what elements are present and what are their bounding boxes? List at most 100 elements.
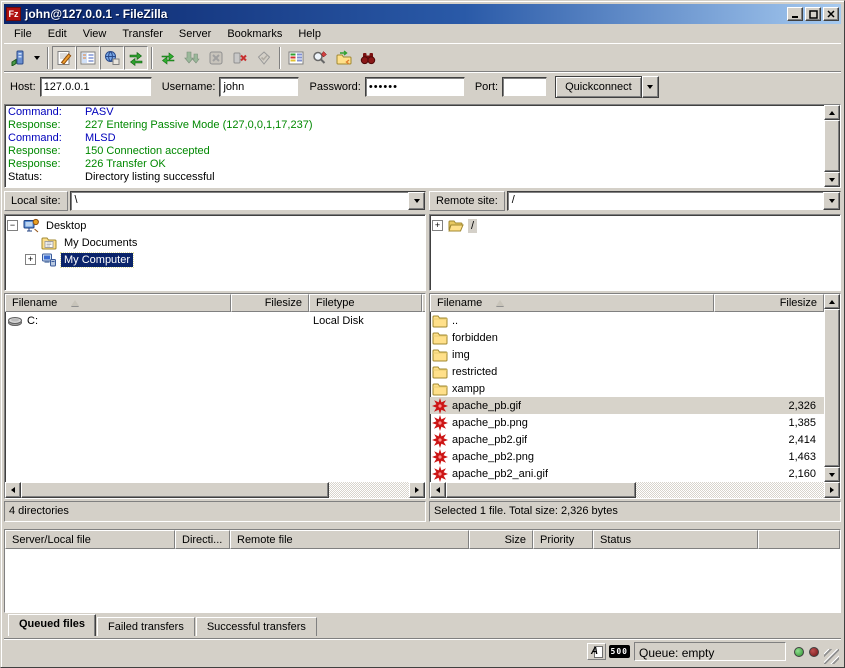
tab-successful-transfers[interactable]: Successful transfers: [196, 617, 317, 636]
site-manager-button[interactable]: [6, 46, 30, 70]
scroll-left-button[interactable]: [5, 482, 21, 498]
message-log[interactable]: Command: PASV Response: 227 Entering Pas…: [4, 104, 841, 188]
menu-view[interactable]: View: [75, 26, 115, 42]
local-site-combo[interactable]: \: [70, 191, 426, 211]
menu-edit[interactable]: Edit: [40, 26, 75, 42]
remote-file-row-selected[interactable]: apache_pb.gif 2,326: [430, 397, 824, 414]
column-header-filesize[interactable]: Filesize: [714, 294, 824, 312]
scroll-right-button[interactable]: [824, 482, 840, 498]
tree-item-label[interactable]: My Documents: [61, 236, 140, 250]
column-header-size[interactable]: Size: [469, 530, 533, 549]
filename-filters-button[interactable]: [308, 46, 332, 70]
title-bar[interactable]: john@127.0.0.1 - FileZilla: [4, 4, 841, 24]
remote-horizontal-scrollbar[interactable]: [430, 482, 840, 498]
synchronized-browsing-button[interactable]: [332, 46, 356, 70]
port-input[interactable]: [502, 77, 547, 97]
log-scrollbar[interactable]: [824, 105, 840, 187]
remote-file-row[interactable]: forbidden: [430, 329, 824, 346]
tab-queued-files[interactable]: Queued files: [8, 614, 96, 636]
quickconnect-dropdown-button[interactable]: [642, 76, 659, 98]
scroll-thumb[interactable]: [824, 120, 840, 172]
column-header-filename[interactable]: Filename: [5, 294, 231, 312]
cancel-operation-button[interactable]: [204, 46, 228, 70]
toggle-remote-tree-button[interactable]: [100, 46, 124, 70]
remote-file-row[interactable]: apache_pb2.png 1,463: [430, 448, 824, 465]
toggle-local-tree-button[interactable]: [76, 46, 100, 70]
local-list-rows[interactable]: C: Local Disk: [5, 312, 425, 482]
remote-site-dropdown-button[interactable]: [823, 192, 840, 210]
menu-transfer[interactable]: Transfer: [114, 26, 171, 42]
column-header-remote-file[interactable]: Remote file: [230, 530, 469, 549]
column-header-priority[interactable]: Priority: [533, 530, 593, 549]
speed-limit-indicator[interactable]: 500: [609, 645, 630, 658]
quickconnect-button[interactable]: Quickconnect: [555, 76, 642, 98]
minimize-button[interactable]: [787, 7, 803, 21]
tree-item-label-selected[interactable]: /: [468, 219, 477, 233]
remote-file-row[interactable]: apache_pb2.gif 2,414: [430, 431, 824, 448]
scroll-track[interactable]: [824, 120, 840, 172]
column-header-lastmodified[interactable]: L: [422, 294, 425, 312]
scroll-thumb[interactable]: [21, 482, 329, 498]
maximize-button[interactable]: [805, 7, 821, 21]
tree-item-label[interactable]: Desktop: [43, 219, 89, 233]
local-directory-tree[interactable]: Desktop My Documents My Comput: [4, 214, 426, 291]
tree-item-my-computer[interactable]: My Computer: [7, 251, 425, 268]
password-input[interactable]: [365, 77, 465, 97]
remote-site-combo[interactable]: /: [507, 191, 841, 211]
local-horizontal-scrollbar[interactable]: [5, 482, 425, 498]
expand-icon[interactable]: [432, 220, 443, 231]
resize-grip[interactable]: [824, 649, 839, 664]
directory-comparison-button[interactable]: [284, 46, 308, 70]
remote-list-rows[interactable]: .. forbidden img: [430, 312, 824, 482]
tree-item-root[interactable]: /: [432, 217, 840, 234]
find-files-button[interactable]: [356, 46, 380, 70]
scroll-down-button[interactable]: [824, 467, 840, 482]
disconnect-button[interactable]: [228, 46, 252, 70]
column-header-filetype[interactable]: Filetype: [309, 294, 422, 312]
remote-site-value[interactable]: /: [508, 192, 823, 210]
remote-file-row[interactable]: img: [430, 346, 824, 363]
expand-icon[interactable]: [25, 254, 36, 265]
tree-item-desktop[interactable]: Desktop: [7, 217, 425, 234]
refresh-button[interactable]: [156, 46, 180, 70]
menu-help[interactable]: Help: [290, 26, 329, 42]
tree-item-label-selected[interactable]: My Computer: [61, 253, 133, 267]
data-type-indicator[interactable]: A: [587, 643, 606, 660]
local-file-row[interactable]: C: Local Disk: [5, 312, 425, 329]
menu-server[interactable]: Server: [171, 26, 219, 42]
column-header-direction[interactable]: Directi...: [175, 530, 230, 549]
column-header-status[interactable]: Status: [593, 530, 758, 549]
scroll-up-button[interactable]: [824, 294, 840, 309]
remote-file-row[interactable]: restricted: [430, 363, 824, 380]
username-input[interactable]: [219, 77, 299, 97]
reconnect-button[interactable]: [252, 46, 276, 70]
remote-file-row[interactable]: ..: [430, 312, 824, 329]
remote-file-row[interactable]: apache_pb2_ani.gif 2,160: [430, 465, 824, 482]
local-site-value[interactable]: \: [71, 192, 408, 210]
scroll-down-button[interactable]: [824, 172, 840, 187]
menu-file[interactable]: File: [6, 26, 40, 42]
queue-list-area[interactable]: [5, 549, 840, 612]
scroll-right-button[interactable]: [409, 482, 425, 498]
scroll-thumb[interactable]: [824, 309, 840, 467]
toggle-message-log-button[interactable]: [52, 46, 76, 70]
collapse-icon[interactable]: [7, 220, 18, 231]
remote-directory-tree[interactable]: /: [429, 214, 841, 291]
column-header-filesize[interactable]: Filesize: [231, 294, 309, 312]
site-manager-dropdown-button[interactable]: [30, 46, 44, 70]
scroll-up-button[interactable]: [824, 105, 840, 120]
column-header-filename[interactable]: Filename: [430, 294, 714, 312]
process-queue-button[interactable]: [180, 46, 204, 70]
remote-file-row[interactable]: apache_pb.png 1,385: [430, 414, 824, 431]
remote-file-row[interactable]: xampp: [430, 380, 824, 397]
tree-item-my-documents[interactable]: My Documents: [7, 234, 425, 251]
scroll-thumb[interactable]: [446, 482, 636, 498]
toggle-transfer-queue-button[interactable]: [124, 46, 148, 70]
tab-failed-transfers[interactable]: Failed transfers: [97, 617, 195, 636]
menu-bookmarks[interactable]: Bookmarks: [219, 26, 290, 42]
local-site-dropdown-button[interactable]: [408, 192, 425, 210]
scroll-left-button[interactable]: [430, 482, 446, 498]
close-button[interactable]: [823, 7, 839, 21]
remote-vertical-scrollbar[interactable]: [824, 294, 840, 482]
column-header-server-local-file[interactable]: Server/Local file: [5, 530, 175, 549]
